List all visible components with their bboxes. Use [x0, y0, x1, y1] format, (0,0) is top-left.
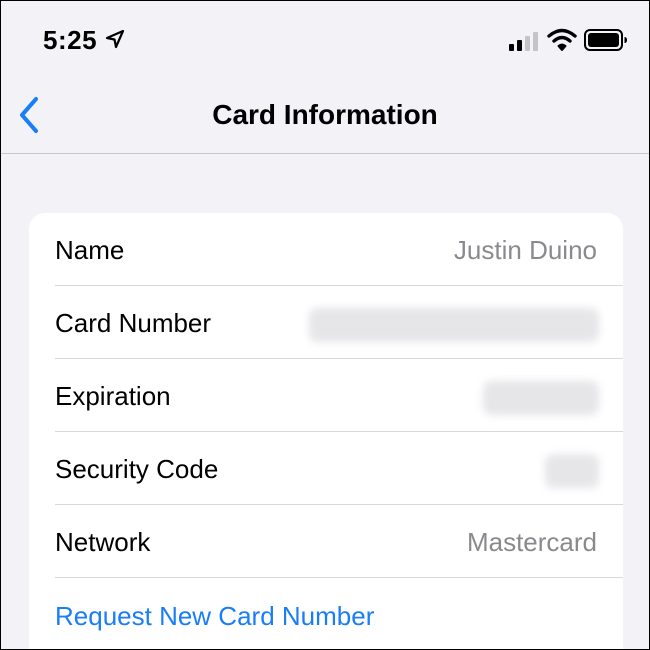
expiration-label: Expiration [55, 381, 171, 411]
row-divider [55, 577, 623, 578]
name-label: Name [55, 235, 125, 265]
page-title: Card Information [212, 99, 438, 130]
request-new-card-number-link[interactable]: Request New Card Number [55, 601, 374, 632]
security-code-value-redacted [545, 454, 599, 488]
security-code-label: Security Code [55, 454, 219, 484]
network-row[interactable]: Network Mastercard [29, 505, 623, 578]
location-arrow-icon [105, 29, 125, 49]
network-label: Network [55, 527, 151, 557]
security-code-row[interactable]: Security Code [29, 432, 623, 505]
card-info-group: Name Justin Duino Card Number Expiration… [29, 213, 623, 649]
network-value: Mastercard [466, 527, 597, 557]
status-time: 5:25 [43, 25, 98, 55]
navigation-bar: Card Information [1, 79, 649, 154]
screen: 5:25 Card Information Name Justin Duino … [0, 0, 650, 650]
card-number-value-redacted [309, 308, 599, 342]
card-number-label: Card Number [55, 308, 212, 338]
wifi-icon [547, 28, 577, 51]
status-bar: 5:25 [1, 1, 649, 79]
name-value: Justin Duino [453, 235, 597, 265]
expiration-row[interactable]: Expiration [29, 359, 623, 432]
cellular-signal-icon [509, 32, 538, 51]
name-row[interactable]: Name Justin Duino [29, 213, 623, 286]
card-number-row[interactable]: Card Number [29, 286, 623, 359]
expiration-value-redacted [483, 381, 599, 415]
battery-icon [584, 29, 627, 51]
